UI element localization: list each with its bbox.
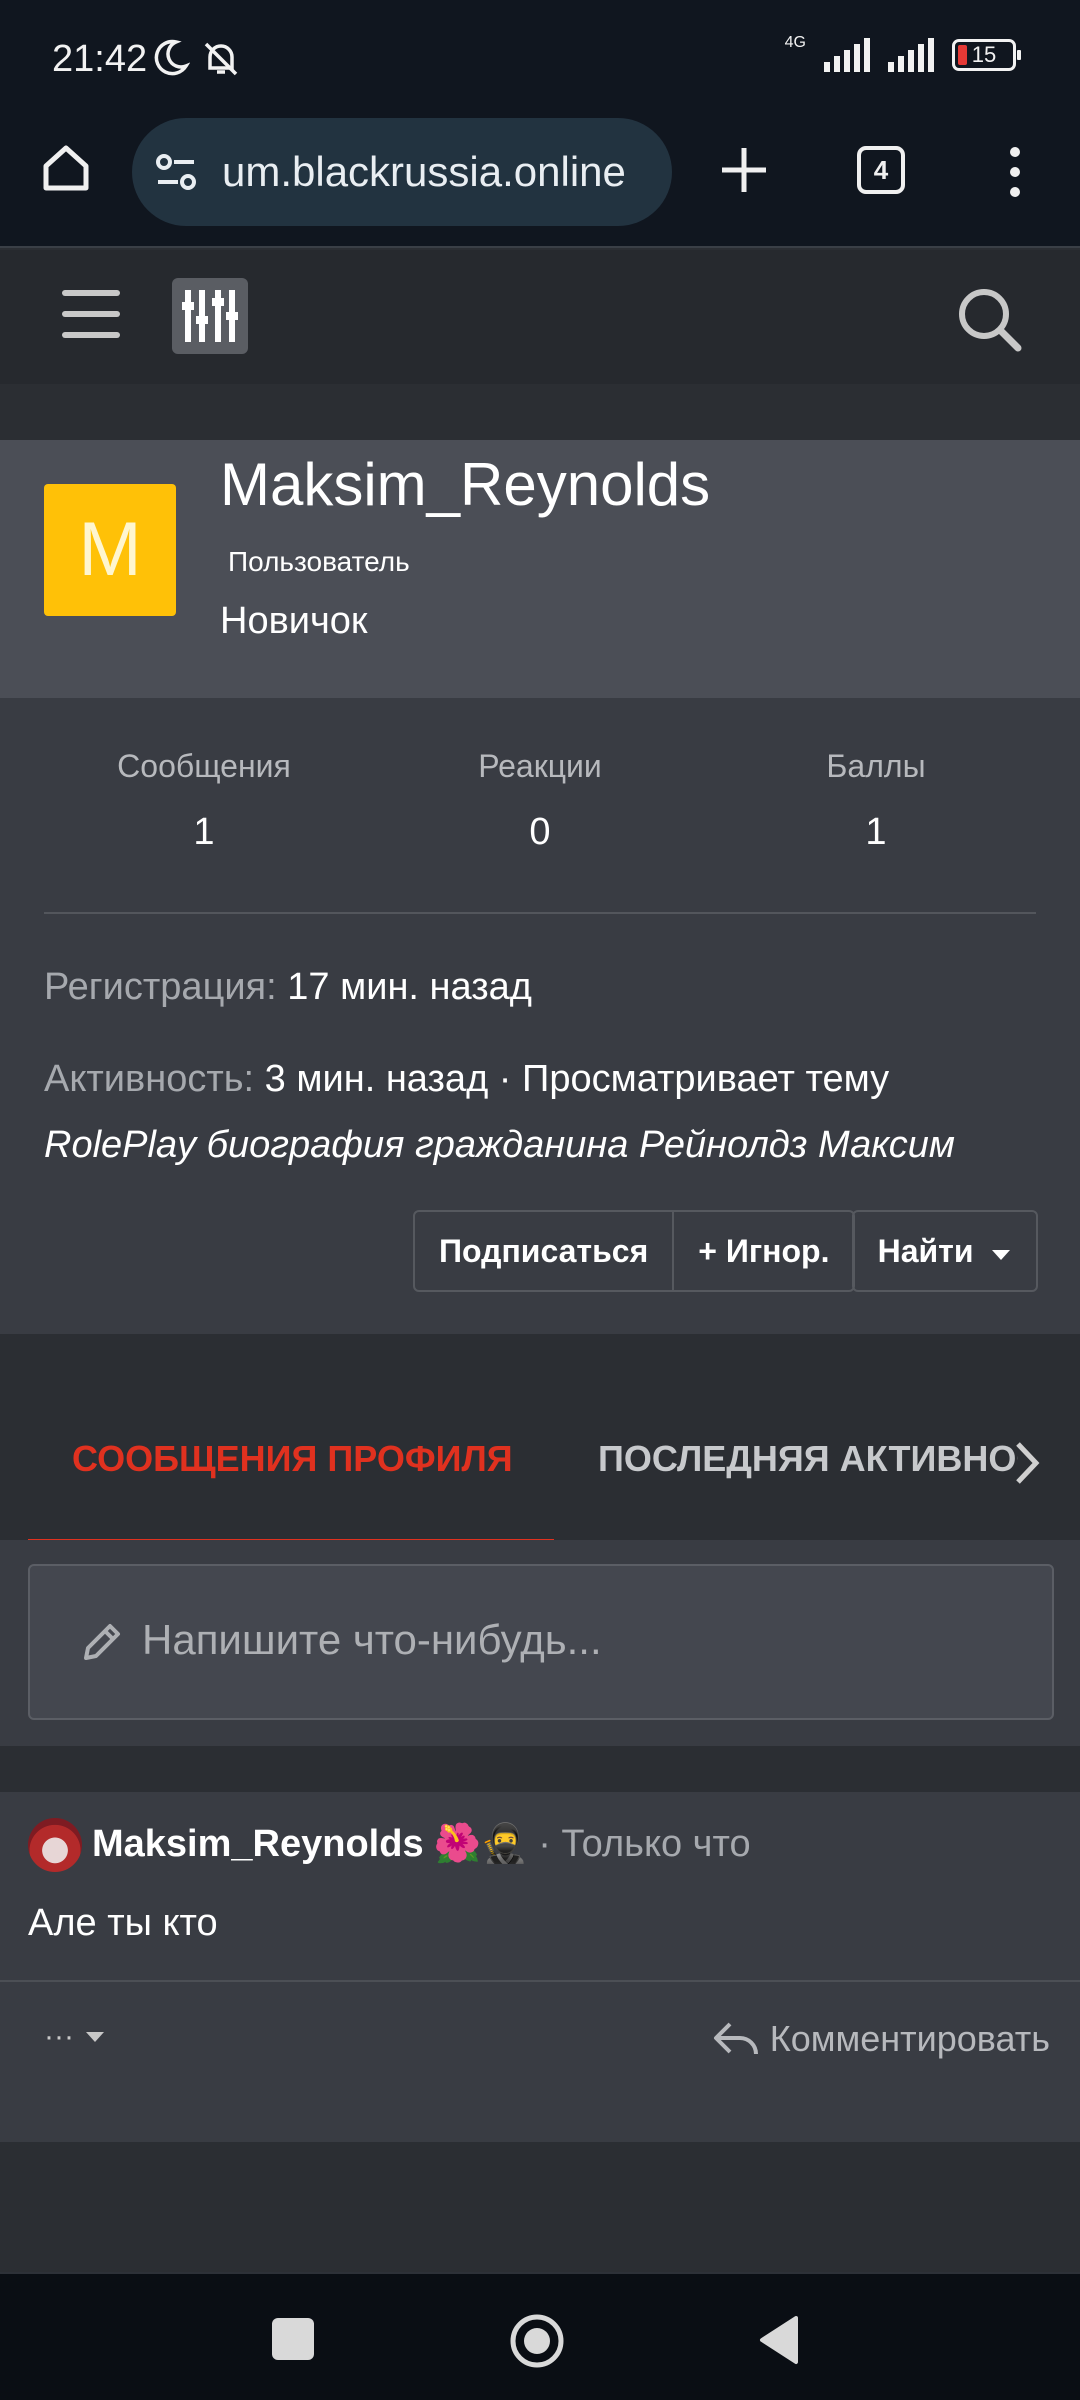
divider [0,1980,1080,1982]
site-settings-icon[interactable] [154,150,200,199]
comment-label: Комментировать [769,2018,1050,2059]
profile-rank: Новичок [220,600,368,642]
follow-button[interactable]: Подписаться [415,1212,672,1290]
stat-value: 1 [193,811,215,853]
divider [44,912,1036,914]
signal-icon [824,38,870,72]
registration-label: Регистрация: [44,966,277,1008]
activity-thread-link[interactable]: RolePlay биография гражданина Рейнолдз М… [44,1124,955,1167]
post-author[interactable]: Maksim_Reynolds [92,1823,424,1866]
tabs-icon[interactable]: 4 [857,146,905,194]
more-icon: ··· [44,2020,74,2053]
back-icon[interactable] [756,2314,802,2371]
status-time: 21:42 [52,38,148,80]
page-footer-area [0,2142,1080,2252]
activity-label: Активность: [44,1058,255,1100]
stat-label: Реакции [478,748,602,784]
profile-post-input[interactable]: Напишите что-нибудь... [28,1564,1054,1720]
reply-icon [713,2022,758,2055]
filter-sliders-icon[interactable] [172,278,248,354]
system-nav-bar [0,2272,1080,2400]
battery-icon: 15 [952,39,1021,71]
recents-icon[interactable] [272,2318,314,2360]
registration-value: 17 мин. назад [287,966,532,1008]
stat-value: 0 [529,811,551,853]
activity-value: 3 мин. назад · Просматривает тему [264,1058,890,1100]
status-bar: 21:42 4G 15 [0,0,1080,118]
find-button[interactable]: Найти [852,1210,1038,1292]
activity-row: Активность: 3 мин. назад · Просматривает… [44,1058,889,1101]
browser-toolbar: um.blackrussia.online 4 [0,118,1080,248]
profile-details: Сообщения 1 Реакции 0 Баллы 1 Регистраци… [0,698,1080,1334]
registration-row: Регистрация: 17 мин. назад [44,966,532,1009]
post-author-emoji: 🌺🥷 [433,1823,529,1865]
network-type: 4G [784,34,806,51]
forum-navbar [0,250,1080,384]
hamburger-icon[interactable] [62,290,120,340]
tab-profile-posts[interactable]: СООБЩЕНИЯ ПРОФИЛЯ [28,1434,554,1544]
stat-value: 1 [865,811,887,853]
profile-role: Пользователь [228,546,410,577]
home-icon[interactable] [38,140,94,201]
ignore-button[interactable]: + Игнор. [674,1212,853,1290]
bell-off-icon [200,38,242,85]
post-more-menu[interactable]: ··· [44,2020,106,2054]
compose-section: Напишите что-нибудь... [0,1540,1080,1746]
stat-points[interactable]: Баллы 1 [726,748,1026,854]
post-text: Але ты кто [28,1902,218,1944]
moon-icon [150,38,191,83]
profile-post: Maksim_Reynolds 🌺🥷 · Только что Але ты к… [0,1792,1080,2142]
profile-header: M Maksim_Reynolds Пользователь Новичок [0,440,1080,698]
signal-icon-2 [888,38,934,72]
menu-icon[interactable] [1000,144,1030,205]
avatar[interactable]: M [44,484,176,616]
caret-down-icon [85,2032,104,2042]
post-header: Maksim_Reynolds 🌺🥷 · Только что [92,1822,751,1866]
chevron-right-icon[interactable] [1004,1438,1048,1493]
pencil-icon [78,1618,126,1671]
find-button-label: Найти [877,1232,974,1269]
new-tab-icon[interactable] [718,144,770,201]
comment-button[interactable]: Комментировать [712,2018,1050,2060]
stat-label: Сообщения [117,748,291,784]
url-text[interactable]: um.blackrussia.online [222,148,626,196]
caret-down-icon [992,1249,1011,1260]
tab-latest-activity[interactable]: ПОСЛЕДНЯЯ АКТИВНОСТЬ [598,1438,1018,1488]
profile-action-group: Подписаться + Игнор. [413,1210,856,1292]
post-avatar[interactable] [28,1818,82,1872]
address-bar[interactable]: um.blackrussia.online [132,118,672,226]
profile-tabs: СООБЩЕНИЯ ПРОФИЛЯ ПОСЛЕДНЯЯ АКТИВНОСТЬ [0,1334,1080,1544]
post-time[interactable]: · Только что [538,1823,750,1866]
stat-messages[interactable]: Сообщения 1 [54,748,354,854]
compose-placeholder: Напишите что-нибудь... [142,1616,602,1663]
profile-username: Maksim_Reynolds [220,451,711,518]
stat-label: Баллы [826,748,926,784]
search-icon[interactable] [954,284,1024,359]
stat-reactions[interactable]: Реакции 0 [390,748,690,854]
home-circle-icon[interactable] [508,2312,566,2375]
